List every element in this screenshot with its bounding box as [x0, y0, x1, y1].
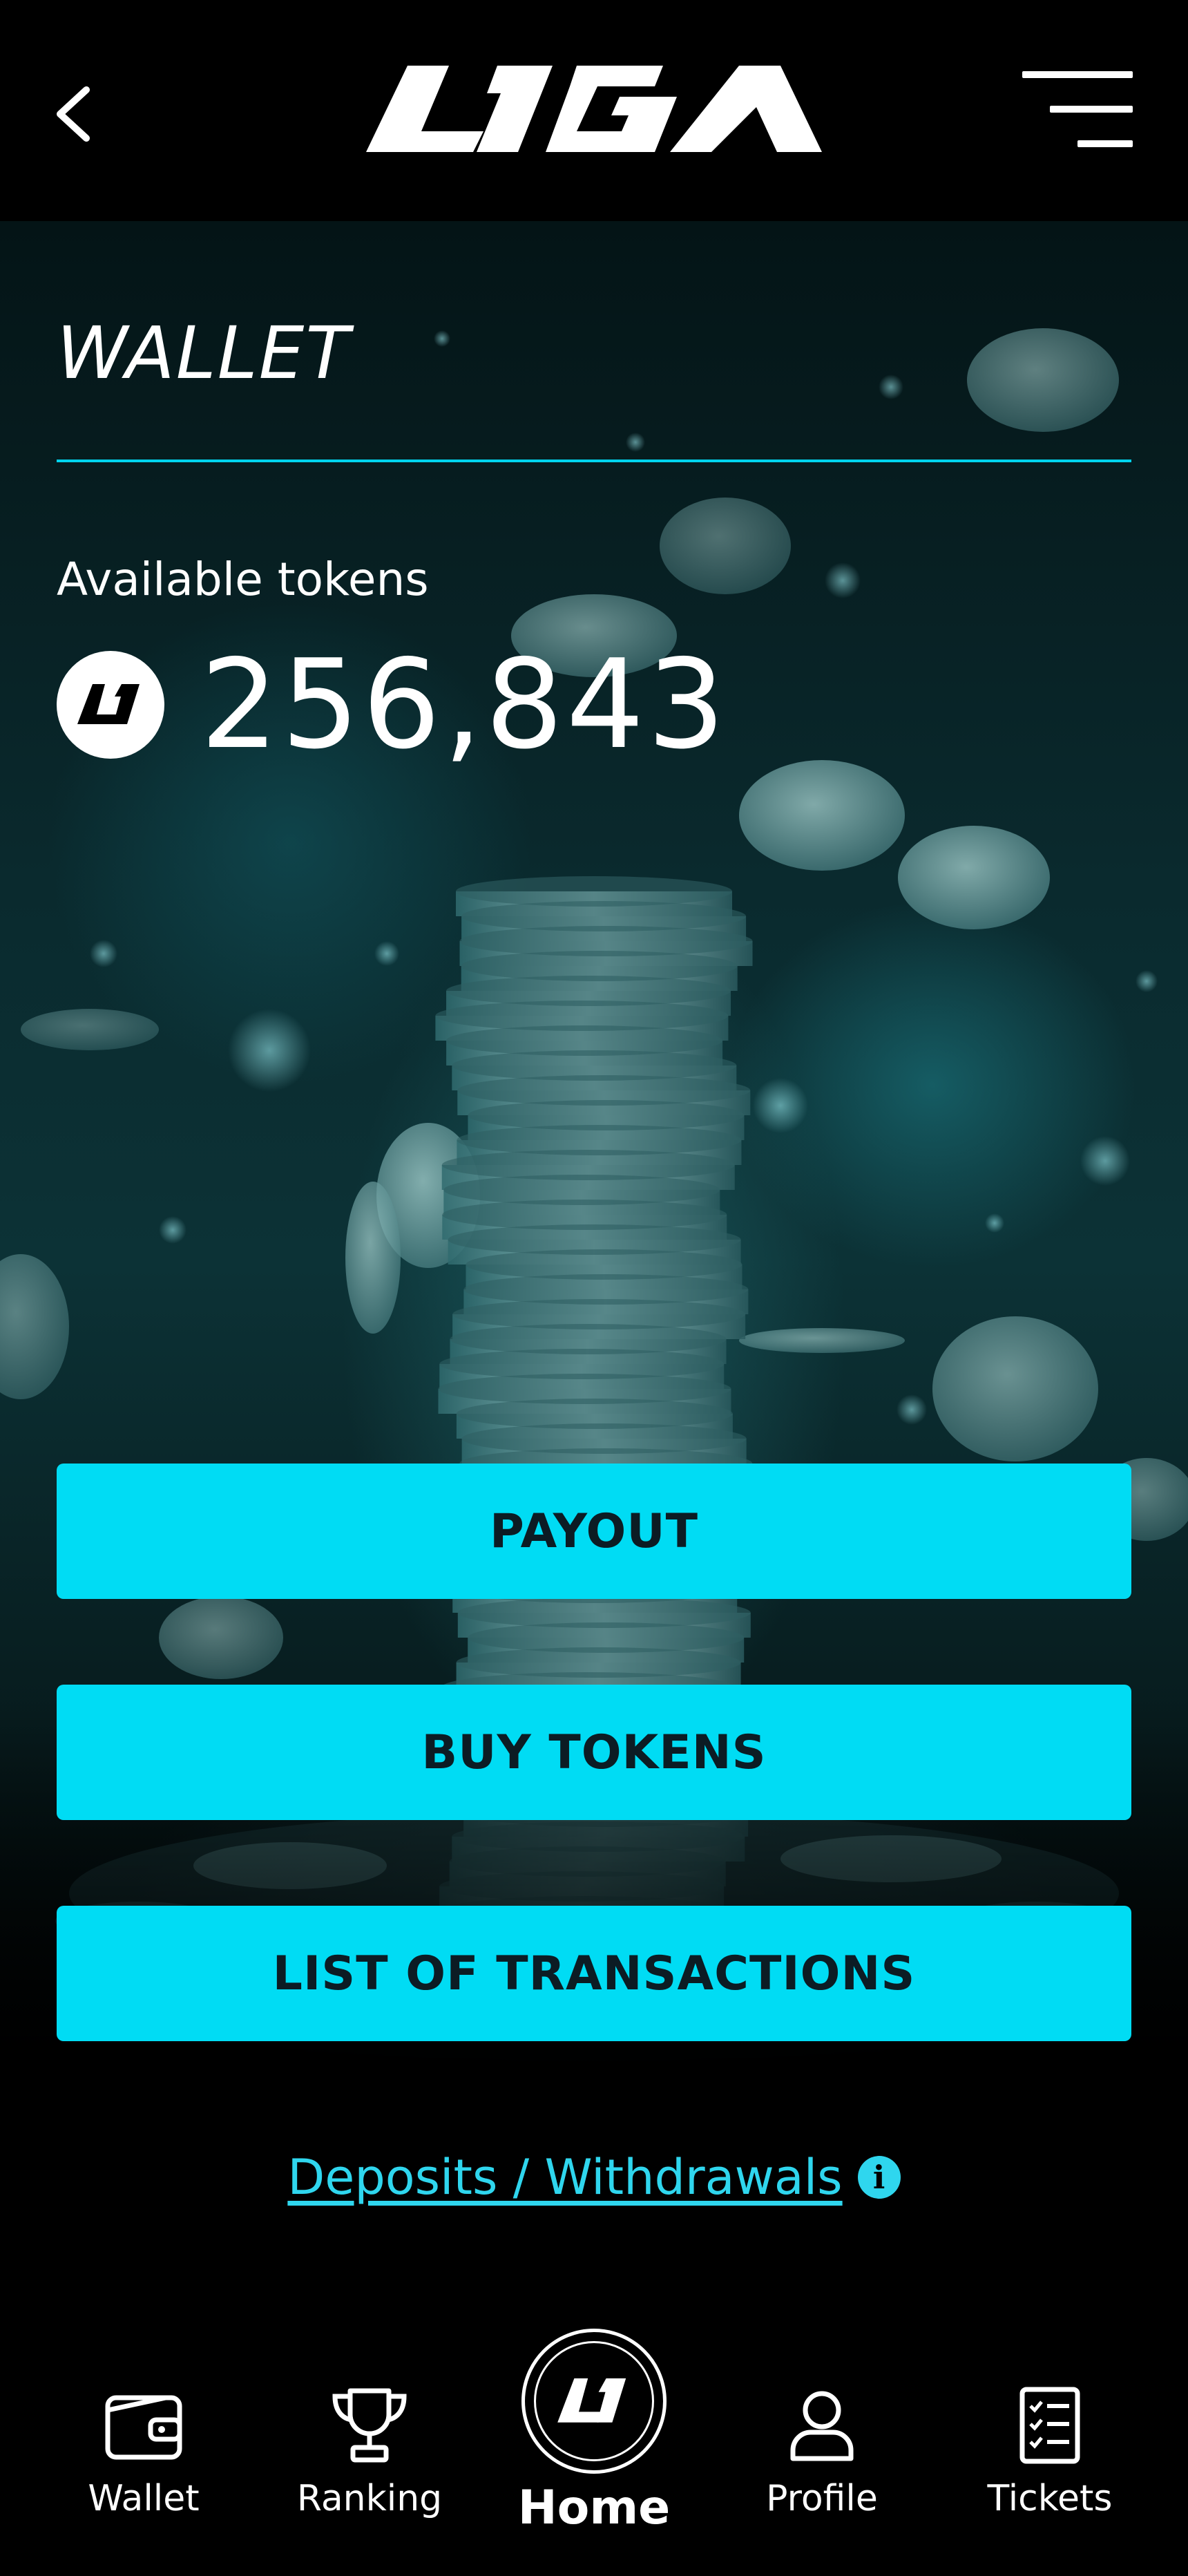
checklist-icon	[1019, 2387, 1080, 2464]
app-logo	[366, 66, 822, 155]
nav-label-wallet: Wallet	[88, 2478, 200, 2519]
trophy-icon	[332, 2388, 407, 2463]
list-of-transactions-button[interactable]: LIST OF TRANSACTIONS	[57, 1906, 1131, 2041]
tokens-amount: 256,843	[200, 633, 729, 776]
home-logo-icon	[521, 2329, 667, 2474]
user-icon	[790, 2391, 854, 2461]
nav-item-ranking[interactable]: Ranking	[280, 2384, 459, 2550]
deposits-withdrawals-row: Deposits / Withdrawals i	[0, 2149, 1188, 2206]
l1-token-icon	[57, 651, 164, 759]
coins-background-image	[0, 221, 1188, 2114]
app-header	[0, 0, 1188, 221]
hamburger-menu-icon[interactable]	[1015, 66, 1140, 155]
page-title: WALLET	[57, 311, 351, 395]
wallet-icon	[105, 2395, 182, 2460]
nav-item-profile[interactable]: Profile	[732, 2384, 912, 2550]
tokens-balance: 256,843	[57, 636, 728, 774]
payout-button[interactable]: PAYOUT	[57, 1464, 1131, 1599]
buy-tokens-button[interactable]: BUY TOKENS	[57, 1685, 1131, 1820]
bottom-navigation: Wallet Ranking Home Profile Tickets	[0, 2294, 1188, 2576]
nav-label-ranking: Ranking	[296, 2478, 443, 2519]
title-divider	[57, 460, 1131, 462]
nav-label-profile: Profile	[766, 2478, 878, 2519]
nav-item-tickets[interactable]: Tickets	[960, 2384, 1140, 2550]
chevron-left-icon	[57, 86, 90, 142]
available-tokens-label: Available tokens	[57, 553, 429, 606]
back-button[interactable]	[48, 76, 97, 152]
nav-label-home: Home	[517, 2481, 671, 2535]
nav-item-home[interactable]: Home	[504, 2329, 684, 2557]
nav-item-wallet[interactable]: Wallet	[54, 2384, 233, 2550]
deposits-withdrawals-link[interactable]: Deposits / Withdrawals	[287, 2149, 842, 2206]
info-icon[interactable]: i	[857, 2156, 901, 2199]
nav-label-tickets: Tickets	[987, 2478, 1113, 2519]
